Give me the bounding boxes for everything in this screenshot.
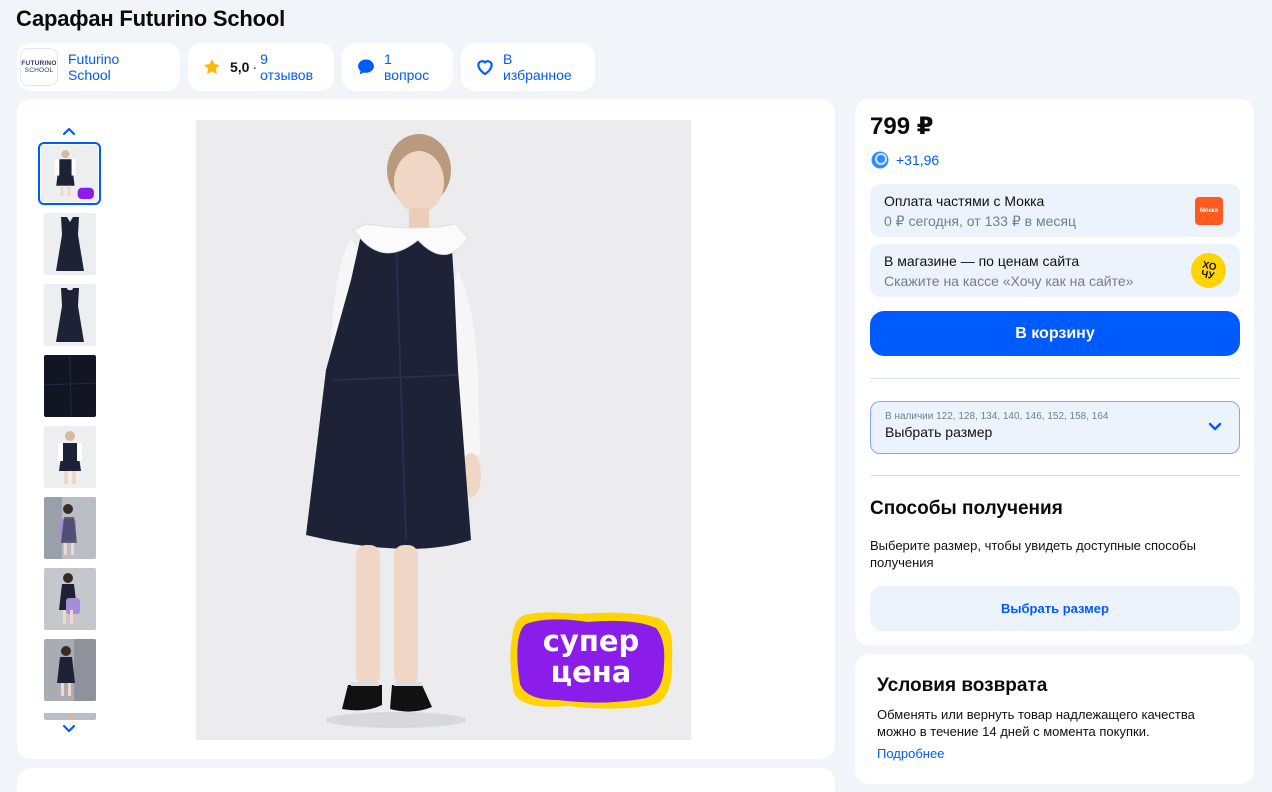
thumbnail-girl-backpack-icon [44,497,96,559]
chevron-up-icon [62,127,76,136]
product-title: Сарафан Futurino School [16,6,285,31]
store-price-info[interactable]: В магазине — по ценам сайта Скажите на к… [870,244,1240,297]
star-icon [202,57,222,77]
thumbnail-3[interactable] [44,284,96,346]
hochu-text: ЧУ [1199,268,1216,282]
mokka-logo-icon: Мокка [1195,197,1223,225]
returns-more-link[interactable]: Подробнее [877,746,944,761]
badge-line-1: супер [542,624,640,658]
size-placeholder: Выбрать размер [885,424,993,440]
main-product-photo[interactable]: супер цена [196,120,691,740]
thumbnail-4[interactable] [44,355,96,417]
select-size-button[interactable]: Выбрать размер [870,586,1240,631]
thumbnail-fabric-icon [44,355,96,417]
add-to-cart-button[interactable]: В корзину [870,311,1240,356]
thumbnail-partial-icon [44,713,96,720]
brand-logo-text: SCHOOL [24,67,54,74]
thumbs-up-arrow[interactable] [57,123,81,139]
brand-name: Futurino School [67,51,120,83]
super-price-badge: супер цена [508,610,674,710]
brand-logo-text: FUTURINO [21,60,57,67]
bonus-value: +31,96 [896,152,940,168]
buy-box: 799 ₽ +31,96 Оплата частями с Мокка 0 ₽ … [855,99,1254,645]
divider [870,378,1240,379]
thumbnail-girl-icon [41,145,98,202]
size-select[interactable]: В наличии 122, 128, 134, 140, 146, 152, … [870,401,1240,454]
badge-line-2: цена [550,655,632,689]
mokka-title: Оплата частями с Мокка [884,193,1045,209]
brand-logo: FUTURINO SCHOOL [20,48,58,86]
mokka-installments[interactable]: Оплата частями с Мокка 0 ₽ сегодня, от 1… [870,184,1240,237]
returns-text: Обменять или вернуть товар надлежащего к… [877,707,1195,739]
mokka-subtitle: 0 ₽ сегодня, от 133 ₽ в месяц [884,213,1076,229]
delivery-text: Выберите размер, чтобы увидеть доступные… [870,538,1196,570]
bonus-coin-icon [870,150,890,170]
divider [870,475,1240,476]
thumbnail-6[interactable] [44,497,96,559]
store-subtitle: Скажите на кассе «Хочу как на сайте» [884,273,1134,289]
returns-card: Условия возврата Обменять или вернуть то… [855,654,1254,784]
thumbnail-2[interactable] [44,213,96,275]
thumbnail-dress-icon [44,213,96,275]
thumbnail-girl-backpack-icon [44,568,96,630]
thumbnail-girl-icon [44,426,96,488]
thumbnail-1[interactable] [38,142,101,205]
thumbs-down-arrow[interactable] [57,721,81,737]
store-title: В магазине — по ценам сайта [884,253,1080,269]
thumbnail-9[interactable] [44,710,96,720]
rating-chip[interactable]: 5,0 · 9 отзывов [188,43,334,91]
favorite-label: В избранное [503,51,572,83]
chevron-down-icon [62,724,76,733]
thumbnail-5[interactable] [44,426,96,488]
thumbnail-girl-icon [44,639,96,701]
product-gallery: супер цена [17,99,835,759]
chevron-down-icon [1208,422,1222,431]
rating-separator: · [252,59,258,75]
thumbnail-dress-back-icon [44,284,96,346]
reviews-link[interactable]: 9 отзывов [260,51,320,83]
size-availability: В наличии 122, 128, 134, 140, 146, 152, … [885,411,1109,422]
bonus-points[interactable]: +31,96 [870,150,939,170]
returns-heading: Условия возврата [877,675,1048,696]
chat-bubble-icon [356,57,376,77]
thumbnail-7[interactable] [44,568,96,630]
price: 799 ₽ [870,113,934,140]
thumbnail-8[interactable] [44,639,96,701]
questions-chip[interactable]: 1 вопрос [342,43,453,91]
description-card [17,768,835,792]
heart-icon [475,57,495,77]
questions-label: 1 вопрос [384,51,430,83]
rating-value: 5,0 [230,59,250,75]
brand-chip[interactable]: FUTURINO SCHOOL Futurino School [17,43,180,91]
delivery-heading: Способы получения [870,498,1063,519]
favorite-chip[interactable]: В избранное [461,43,595,91]
